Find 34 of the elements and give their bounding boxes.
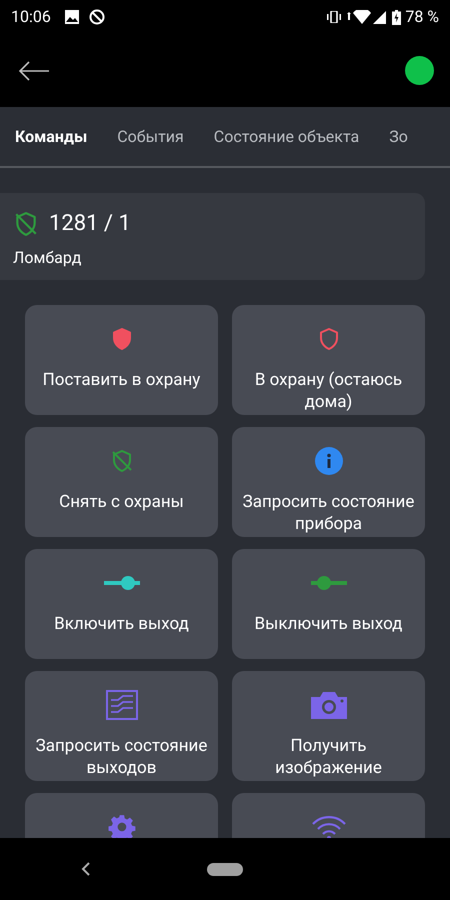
command-button[interactable]: Поставить в охрану xyxy=(25,305,218,415)
command-button[interactable]: Получить изображение xyxy=(232,671,425,781)
back-nav-button[interactable] xyxy=(80,861,92,877)
toggle-off-icon xyxy=(310,576,346,590)
tab[interactable]: События xyxy=(102,107,199,166)
toggle-on-icon xyxy=(104,576,140,590)
command-button[interactable]: В охрану (остаюсь дома) xyxy=(232,305,425,415)
vibrate-icon xyxy=(327,11,342,23)
battery-icon xyxy=(392,10,402,24)
status-time: 10:06 xyxy=(11,6,51,28)
sync-off-icon xyxy=(88,9,105,25)
home-pill[interactable] xyxy=(207,862,243,876)
image-icon xyxy=(64,10,79,24)
wireless-icon xyxy=(310,814,346,838)
wifi-icon xyxy=(347,10,372,24)
object-number: 1281 / 1 xyxy=(49,210,131,238)
battery-level: 78 % xyxy=(405,6,439,28)
tab[interactable]: Состояние объекта xyxy=(198,107,374,166)
command-button[interactable]: Выключить выход xyxy=(232,549,425,659)
command-button[interactable]: Включить выход xyxy=(25,549,218,659)
tab[interactable]: Зо xyxy=(374,107,423,166)
crossed-shield-icon xyxy=(13,210,39,236)
object-name: Ломбард xyxy=(13,247,82,269)
back-button[interactable] xyxy=(18,58,50,82)
crossed-shield-icon xyxy=(110,449,134,473)
command-button[interactable]: Запросить состояние прибора xyxy=(232,427,425,537)
tab[interactable]: Команды xyxy=(0,107,102,166)
list-chart-icon xyxy=(106,690,138,720)
command-button[interactable]: Снять с охраны xyxy=(25,427,218,537)
info-icon xyxy=(314,447,342,475)
camera-icon xyxy=(310,691,346,719)
command-button[interactable]: Запросить состояние выходов xyxy=(25,671,218,781)
gear-icon xyxy=(108,813,136,838)
signal-icon xyxy=(373,10,386,24)
